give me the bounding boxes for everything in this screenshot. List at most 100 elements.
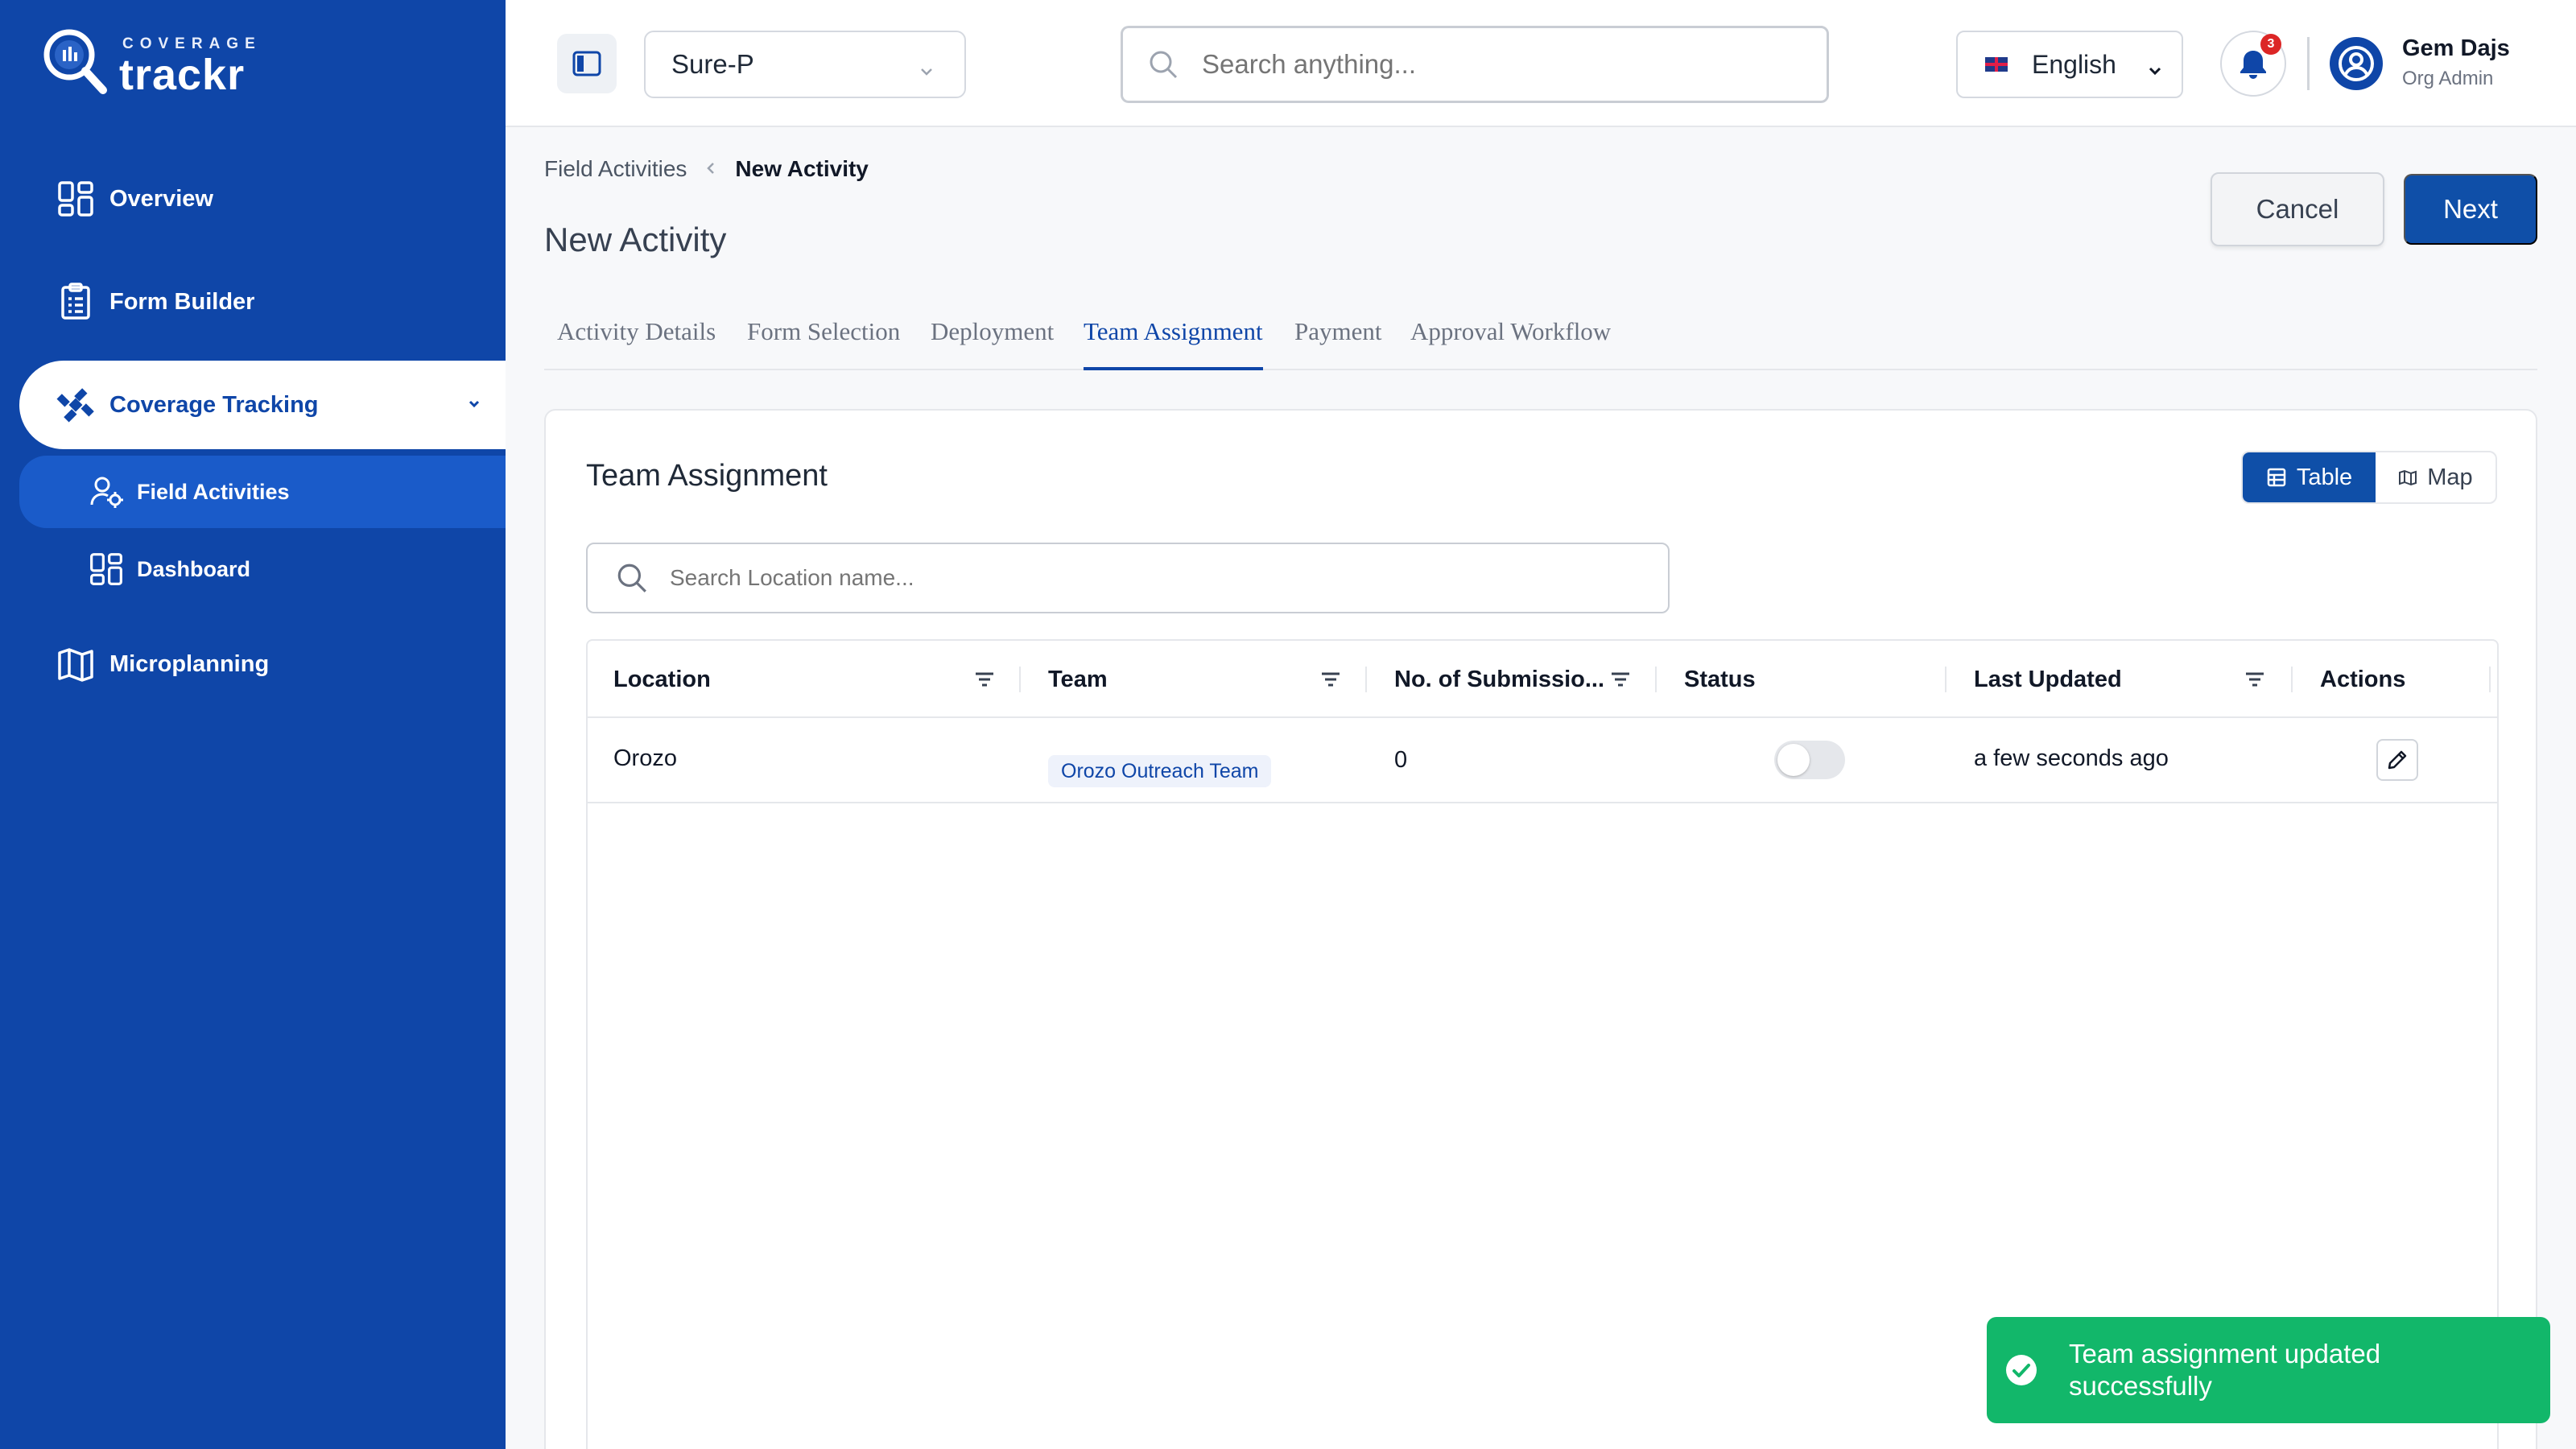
sidebar-item-form-builder[interactable]: Form Builder [19,258,506,346]
team-assignment-card: Team Assignment Table Map Location [544,409,2537,1449]
table-view-label: Table [2296,464,2353,490]
logo-title: trackr [119,51,246,99]
toggle-knob [1777,744,1810,776]
check-circle-icon [2004,1353,2038,1387]
sidebar-item-label: Form Builder [109,288,255,315]
map-icon [56,645,95,683]
filter-location-button[interactable] [972,641,997,718]
language-select[interactable]: English [1956,31,2183,98]
sidebar-item-microplanning[interactable]: Microplanning [19,620,506,708]
table-view-button[interactable]: Table [2243,452,2376,502]
sidebar: COVERAGE trackr Overview Form Builder Co… [0,0,506,1449]
grid-icon [56,180,95,218]
column-header-status[interactable]: Status [1684,641,1756,718]
global-search[interactable] [1121,26,1829,103]
success-toast[interactable]: Team assignment updated successfully [1987,1317,2550,1423]
card-title: Team Assignment [586,459,828,493]
filter-submissions-button[interactable] [1608,641,1633,718]
table-icon [2266,467,2287,488]
cancel-button[interactable]: Cancel [2211,172,2384,246]
cell-submissions: 0 [1394,747,1408,773]
global-search-input[interactable] [1202,49,1814,80]
tab-deployment[interactable]: Deployment [931,317,1054,370]
chevron-down-icon[interactable] [465,393,483,419]
view-toggle: Table Map [2241,451,2497,504]
column-header-last-updated[interactable]: Last Updated [1974,641,2122,718]
tab-team-assignment[interactable]: Team Assignment [1084,317,1263,370]
sidebar-item-label: Coverage Tracking [109,391,319,418]
column-header-team[interactable]: Team [1048,641,1108,718]
column-separator[interactable] [2489,667,2491,692]
tab-payment[interactable]: Payment [1294,317,1382,370]
cell-location: Orozo [613,745,677,771]
search-icon [617,564,646,592]
user-gear-icon [89,474,124,510]
chevron-down-icon [2146,56,2164,86]
breadcrumb-current: New Activity [735,156,869,181]
pencil-icon [2388,750,2407,770]
filter-last-updated-button[interactable] [2243,641,2267,718]
filter-icon [1322,672,1340,687]
page-title: New Activity [544,221,727,258]
satellite-icon [56,386,95,424]
grid-icon [89,551,124,587]
clipboard-icon [56,283,95,321]
sidebar-item-label: Microplanning [109,650,270,677]
sidebar-item-field-activities[interactable]: Field Activities [19,456,506,528]
location-search[interactable] [586,543,1670,613]
tab-approval-workflow[interactable]: Approval Workflow [1410,317,1611,370]
organization-select-value: Sure-P [671,49,754,79]
column-header-submissions[interactable]: No. of Submissio... [1394,641,1604,718]
column-separator[interactable] [2291,667,2293,692]
table-header: Location Team No. of Submissio... Status [588,641,2497,718]
sidebar-item-overview[interactable]: Overview [19,155,506,243]
map-icon [2398,468,2417,487]
user-role: Org Admin [2402,68,2494,89]
breadcrumb-parent-link[interactable]: Field Activities [544,156,687,182]
status-toggle[interactable] [1774,741,1845,779]
top-header: Sure-P English 3 Gem Dajs Org Admin [506,0,2576,127]
sidebar-toggle-button[interactable] [557,34,617,93]
user-circle-icon [2339,46,2374,81]
cell-last-updated: a few seconds ago [1974,745,2169,771]
header-divider [2307,37,2310,90]
filter-icon [976,672,993,687]
filter-icon [2246,672,2264,687]
edit-row-button[interactable] [2376,739,2418,781]
search-icon [1150,51,1178,79]
sidebar-item-coverage-tracking[interactable]: Coverage Tracking [19,361,506,449]
column-label: No. of Submissio... [1394,666,1605,692]
sidebar-item-label: Dashboard [137,556,251,581]
sidebar-item-dashboard[interactable]: Dashboard [19,533,506,605]
column-label: Actions [2320,666,2406,692]
map-view-label: Map [2427,464,2473,490]
sidebar-item-label: Field Activities [137,479,290,504]
language-select-value: English [2032,49,2116,79]
user-name[interactable]: Gem Dajs [2402,35,2510,62]
column-label: Location [613,666,711,692]
column-separator[interactable] [1365,667,1367,692]
tab-form-selection[interactable]: Form Selection [747,317,900,370]
chevron-left-icon [704,156,717,182]
filter-team-button[interactable] [1319,641,1343,718]
team-tag: Orozo Outreach Team [1048,755,1272,787]
column-separator[interactable] [1019,667,1021,692]
column-header-actions: Actions [2320,641,2405,718]
next-button[interactable]: Next [2404,174,2537,245]
location-search-input[interactable] [670,565,1636,591]
map-view-button[interactable]: Map [2376,452,2496,502]
column-header-location[interactable]: Location [613,641,711,718]
sidebar-item-label: Overview [109,185,213,212]
sidebar-toggle-icon [572,51,601,76]
organization-select[interactable]: Sure-P [644,31,966,98]
breadcrumb: Field Activities New Activity [544,156,869,182]
column-separator[interactable] [1655,667,1657,692]
notification-count-badge: 3 [2260,34,2281,55]
app-logo[interactable]: COVERAGE trackr [39,26,264,103]
filter-icon [1612,672,1629,687]
column-label: Status [1684,666,1756,692]
table-row: Orozo Orozo Outreach Team 0 a few second… [588,718,2497,803]
column-separator[interactable] [1945,667,1946,692]
avatar[interactable] [2330,37,2383,90]
tab-activity-details[interactable]: Activity Details [557,317,716,370]
